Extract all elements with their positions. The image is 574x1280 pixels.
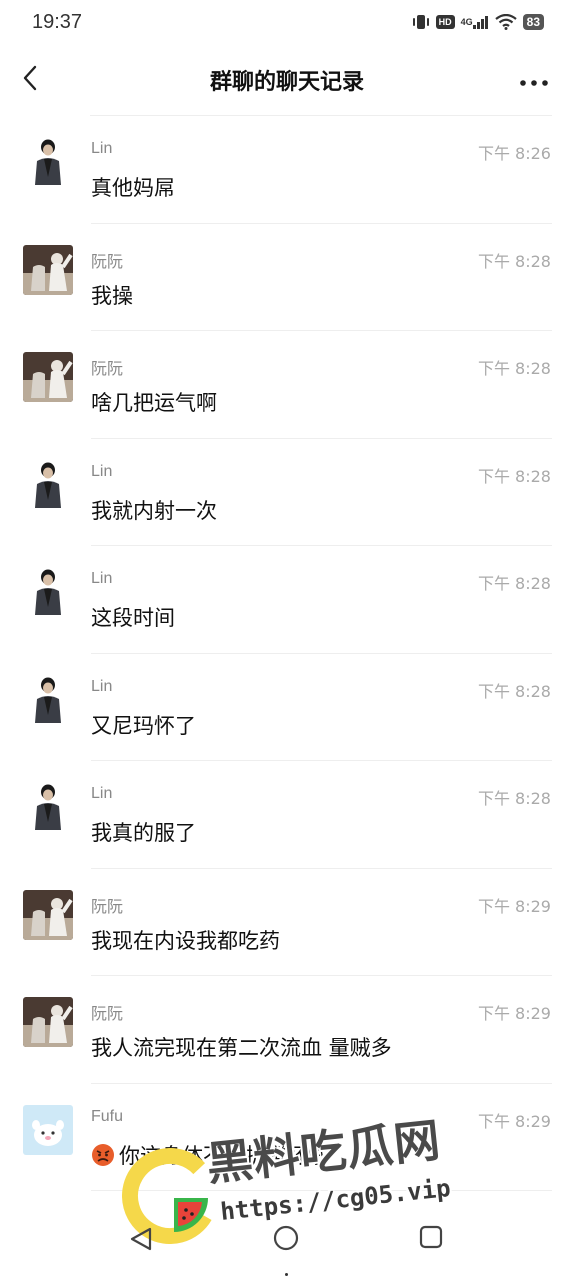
message-time: 下午 8:28 — [477, 574, 551, 593]
status-bar: 19:37 HD 4G 83 — [0, 0, 574, 44]
message-time: 下午 8:29 — [477, 896, 551, 916]
avatar[interactable] — [23, 674, 73, 725]
angry-face-icon — [91, 1143, 115, 1167]
message-text: 你这身体不饿折腾坏啦 — [91, 1140, 329, 1170]
message-item[interactable]: Lin 下午 8:26 真他妈屌 — [0, 116, 574, 224]
sender-name: 阮阮 — [91, 898, 124, 916]
wifi-icon — [494, 14, 517, 30]
message-text-content: 我现在内设我都吃药 — [91, 928, 280, 953]
vibrate-icon — [412, 14, 430, 30]
message-text-content: 啥几把运气啊 — [91, 391, 217, 415]
avatar[interactable] — [23, 1104, 73, 1155]
avatar[interactable] — [23, 137, 73, 187]
message-time: 下午 8:28 — [477, 251, 551, 271]
message-item[interactable]: 阮阮 下午 8:29 我人流完现在第二次流血 量贼多 — [0, 976, 574, 1084]
header: 群聊的聊天记录 — [0, 44, 574, 116]
message-text: 又尼玛怀了 — [91, 710, 196, 740]
status-time: 19:37 — [32, 10, 83, 33]
message-time: 下午 8:28 — [477, 681, 551, 701]
message-time: 下午 8:29 — [477, 1111, 551, 1131]
sender-name: Lin — [91, 677, 113, 695]
battery-icon: 83 — [522, 14, 544, 30]
message-text-content: 真他妈屌 — [91, 176, 175, 200]
navigation-bar — [0, 1200, 574, 1280]
sender-name: Lin — [91, 785, 113, 802]
message-item[interactable]: Lin 下午 8:28 我就内射一次 — [0, 439, 574, 546]
message-text-content: 我人流完现在第二次流血 量贼多 — [91, 1036, 392, 1060]
message-time: 下午 8:28 — [477, 789, 551, 808]
message-text: 我真的服了 — [91, 817, 196, 847]
message-text: 啥几把运气啊 — [91, 387, 217, 417]
divider — [91, 1190, 552, 1191]
more-button[interactable] — [516, 66, 552, 94]
sender-name: Fufu — [91, 1107, 124, 1125]
message-text-content: 我真的服了 — [91, 821, 196, 845]
message-text-content: 这段时间 — [91, 606, 175, 630]
message-text: 我就内射一次 — [91, 495, 217, 525]
message-text-content: 我就内射一次 — [91, 498, 217, 523]
message-text: 我操 — [91, 280, 133, 310]
avatar[interactable] — [23, 997, 73, 1047]
nav-home-icon[interactable] — [272, 1224, 300, 1256]
message-text-content: 我操 — [91, 283, 133, 308]
avatar[interactable] — [23, 782, 73, 832]
sender-name: Lin — [91, 570, 113, 587]
message-time: 下午 8:28 — [477, 359, 551, 378]
message-text: 我现在内设我都吃药 — [91, 925, 280, 955]
network-label: 4G — [460, 17, 473, 27]
avatar[interactable] — [23, 459, 73, 510]
message-text-content: 又尼玛怀了 — [91, 713, 196, 738]
nav-back-icon[interactable] — [128, 1226, 154, 1256]
message-item[interactable]: 阮阮 下午 8:28 我操 — [0, 224, 574, 331]
message-text: 真他妈屌 — [91, 172, 175, 202]
sender-name: 阮阮 — [91, 253, 124, 271]
avatar[interactable] — [23, 244, 73, 295]
more-horizontal-icon — [520, 71, 548, 90]
status-icons: HD 4G 83 — [412, 14, 544, 30]
signal-icon: 4G — [461, 15, 489, 29]
message-item[interactable]: Lin 下午 8:28 我真的服了 — [0, 761, 574, 869]
avatar[interactable] — [23, 352, 73, 402]
message-item[interactable]: Fufu 下午 8:29 你这身体不饿折腾坏啦 — [0, 1084, 574, 1191]
sender-name: 阮阮 — [91, 361, 124, 378]
message-list[interactable]: Lin 下午 8:26 真他妈屌 阮阮 下午 8:28 我操 阮阮 下午 8:28 啥几把运气啊… — [0, 116, 574, 1191]
message-item[interactable]: 阮阮 下午 8:28 啥几把运气啊 — [0, 331, 574, 439]
message-item[interactable]: Lin 下午 8:28 这段时间 — [0, 546, 574, 654]
avatar[interactable] — [23, 567, 73, 617]
hd-icon: HD — [435, 15, 455, 29]
sender-name: Lin — [91, 462, 113, 480]
sender-name: 阮阮 — [91, 1006, 124, 1023]
message-item[interactable]: Lin 下午 8:28 又尼玛怀了 — [0, 654, 574, 761]
message-item[interactable]: 阮阮 下午 8:29 我现在内设我都吃药 — [0, 869, 574, 976]
sender-name: Lin — [91, 140, 113, 157]
message-text: 这段时间 — [91, 602, 175, 632]
message-text-content: 你这身体不饿折腾坏啦 — [119, 1143, 329, 1168]
message-text: 我人流完现在第二次流血 量贼多 — [91, 1032, 392, 1062]
message-time: 下午 8:28 — [477, 466, 551, 486]
message-time: 下午 8:26 — [477, 144, 551, 163]
page-title: 群聊的聊天记录 — [209, 70, 364, 95]
gesture-indicator — [285, 1273, 288, 1276]
message-time: 下午 8:29 — [477, 1004, 551, 1023]
avatar[interactable] — [23, 889, 73, 940]
nav-recent-icon[interactable] — [418, 1224, 444, 1254]
